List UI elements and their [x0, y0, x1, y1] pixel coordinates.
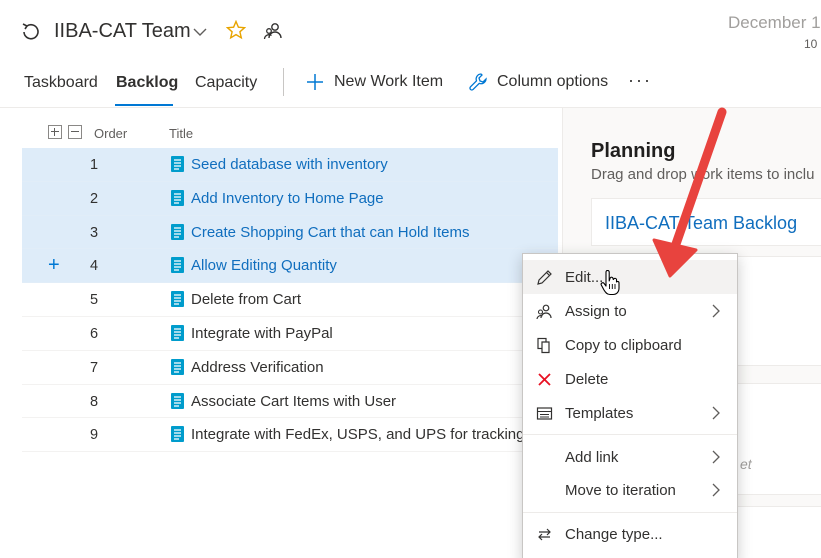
backlog-card[interactable]: IIBA-CAT Team Backlog — [591, 198, 821, 246]
planning-subtitle: Drag and drop work items to inclu — [591, 166, 815, 183]
team-name[interactable]: IIBA-CAT Team — [54, 20, 191, 43]
chevron-right-icon — [712, 406, 720, 420]
table-row[interactable]: 1 Seed database with inventory — [22, 148, 558, 182]
sprint-date: December 14 — [728, 13, 821, 32]
copy-icon — [537, 337, 550, 354]
column-options-button[interactable]: Column options — [468, 72, 608, 92]
menu-item-label: Edit... — [565, 269, 604, 286]
new-work-item-button[interactable]: New Work Item — [305, 72, 443, 92]
expand-all-button[interactable] — [48, 125, 62, 139]
table-row[interactable]: 2 Add Inventory to Home Page — [22, 181, 558, 216]
swap-arrows-icon — [538, 528, 551, 541]
table-row[interactable]: 8 Associate Cart Items with User — [22, 385, 558, 419]
chevron-right-icon — [712, 304, 720, 318]
context-menu: Edit... Assign to Copy to clipboard Dele… — [522, 253, 738, 558]
product-backlog-item-icon — [171, 189, 184, 206]
plus-icon — [307, 74, 323, 90]
sprint-days-remaining: 10 — [804, 37, 818, 51]
active-tab-indicator — [115, 104, 173, 106]
backlog-grid: 1 Seed database with inventory 2 Add Inv… — [22, 148, 558, 453]
row-title[interactable]: Seed database with inventory — [191, 156, 388, 173]
menu-item-label: Copy to clipboard — [565, 337, 682, 354]
table-row[interactable]: 5 Delete from Cart — [22, 283, 558, 317]
star-icon[interactable] — [226, 20, 246, 40]
table-row[interactable]: 3 Create Shopping Cart that can Hold Ite… — [22, 215, 558, 250]
collapse-all-button[interactable] — [68, 125, 82, 139]
tab-taskboard[interactable]: Taskboard — [24, 74, 98, 92]
menu-item-add-link[interactable]: Add link — [523, 440, 737, 474]
row-title[interactable]: Create Shopping Cart that can Hold Items — [191, 224, 469, 241]
row-order: 8 — [89, 393, 99, 410]
tab-backlog[interactable]: Backlog — [116, 74, 178, 92]
column-header-title[interactable]: Title — [169, 126, 193, 141]
menu-item-templates[interactable]: Templates — [523, 396, 737, 430]
row-title[interactable]: Allow Editing Quantity — [191, 257, 337, 274]
menu-item-label: Move to iteration — [565, 482, 676, 499]
menu-item-edit[interactable]: Edit... — [523, 260, 737, 294]
more-options-button[interactable]: ··· — [628, 70, 652, 91]
add-child-icon[interactable]: + — [48, 255, 60, 275]
header: IIBA-CAT Team December 14 10 — [0, 0, 821, 60]
delete-x-icon — [538, 373, 551, 386]
column-header-order[interactable]: Order — [94, 126, 127, 141]
row-title[interactable]: Associate Cart Items with User — [191, 393, 396, 410]
row-order: 5 — [89, 292, 99, 309]
menu-separator — [523, 434, 737, 435]
menu-item-change-type[interactable]: Change type... — [523, 517, 737, 551]
chevron-right-icon — [712, 483, 720, 497]
iteration-card-text: et — [740, 456, 752, 472]
toolbar-divider — [283, 68, 284, 96]
team-members-icon[interactable] — [263, 21, 283, 41]
assign-person-icon — [536, 304, 552, 320]
grid-header: Order Title — [22, 122, 558, 148]
row-order: 6 — [89, 325, 99, 342]
table-row[interactable]: 6 Integrate with PayPal — [22, 317, 558, 351]
tab-capacity[interactable]: Capacity — [195, 74, 257, 92]
product-backlog-item-icon — [171, 324, 184, 341]
planning-title: Planning — [591, 140, 676, 162]
table-row[interactable]: 9 Integrate with FedEx, USPS, and UPS fo… — [22, 418, 558, 453]
row-order: 7 — [89, 359, 99, 376]
product-backlog-item-icon — [171, 291, 184, 308]
row-order: 4 — [89, 258, 99, 275]
row-title[interactable]: Integrate with FedEx, USPS, and UPS for … — [191, 426, 548, 443]
menu-separator — [523, 512, 737, 513]
menu-item-label: Change type... — [565, 526, 663, 543]
row-order: 2 — [89, 190, 99, 207]
row-title[interactable]: Address Verification — [191, 359, 324, 376]
row-order: 1 — [89, 157, 99, 173]
new-work-item-label: New Work Item — [334, 73, 444, 90]
table-row[interactable]: + 4 Allow Editing Quantity — [22, 249, 558, 284]
product-backlog-item-icon — [171, 392, 184, 409]
backlog-card-link[interactable]: IIBA-CAT Team Backlog — [605, 213, 797, 234]
template-icon — [536, 407, 553, 420]
row-title[interactable]: Delete from Cart — [191, 291, 301, 308]
row-order: 9 — [89, 427, 99, 444]
product-backlog-item-icon — [171, 223, 184, 240]
menu-item-assign-to[interactable]: Assign to — [523, 294, 737, 328]
sprint-cycle-icon — [22, 23, 39, 40]
product-backlog-item-icon — [171, 156, 184, 172]
row-title[interactable]: Add Inventory to Home Page — [191, 190, 384, 207]
menu-item-copy-to-clipboard[interactable]: Copy to clipboard — [523, 328, 737, 362]
chevron-down-icon[interactable] — [192, 24, 208, 40]
menu-item-label: Delete — [565, 371, 609, 388]
tab-bar: Taskboard Backlog Capacity New Work Item… — [0, 60, 821, 108]
row-title[interactable]: Integrate with PayPal — [191, 325, 333, 342]
product-backlog-item-icon — [171, 257, 184, 274]
product-backlog-item-icon — [171, 358, 184, 375]
menu-item-delete[interactable]: Delete — [523, 362, 737, 396]
menu-item-label: Assign to — [565, 303, 627, 320]
menu-item-label: Add link — [565, 449, 619, 466]
chevron-right-icon — [712, 450, 720, 464]
row-order: 3 — [89, 224, 99, 241]
menu-item-move-to-iteration[interactable]: Move to iteration — [523, 473, 737, 507]
product-backlog-item-icon — [171, 426, 184, 443]
menu-item-label: Templates — [565, 405, 634, 422]
column-options-label: Column options — [497, 73, 609, 90]
wrench-icon — [469, 73, 487, 91]
pencil-icon — [537, 270, 552, 285]
table-row[interactable]: 7 Address Verification — [22, 351, 558, 385]
